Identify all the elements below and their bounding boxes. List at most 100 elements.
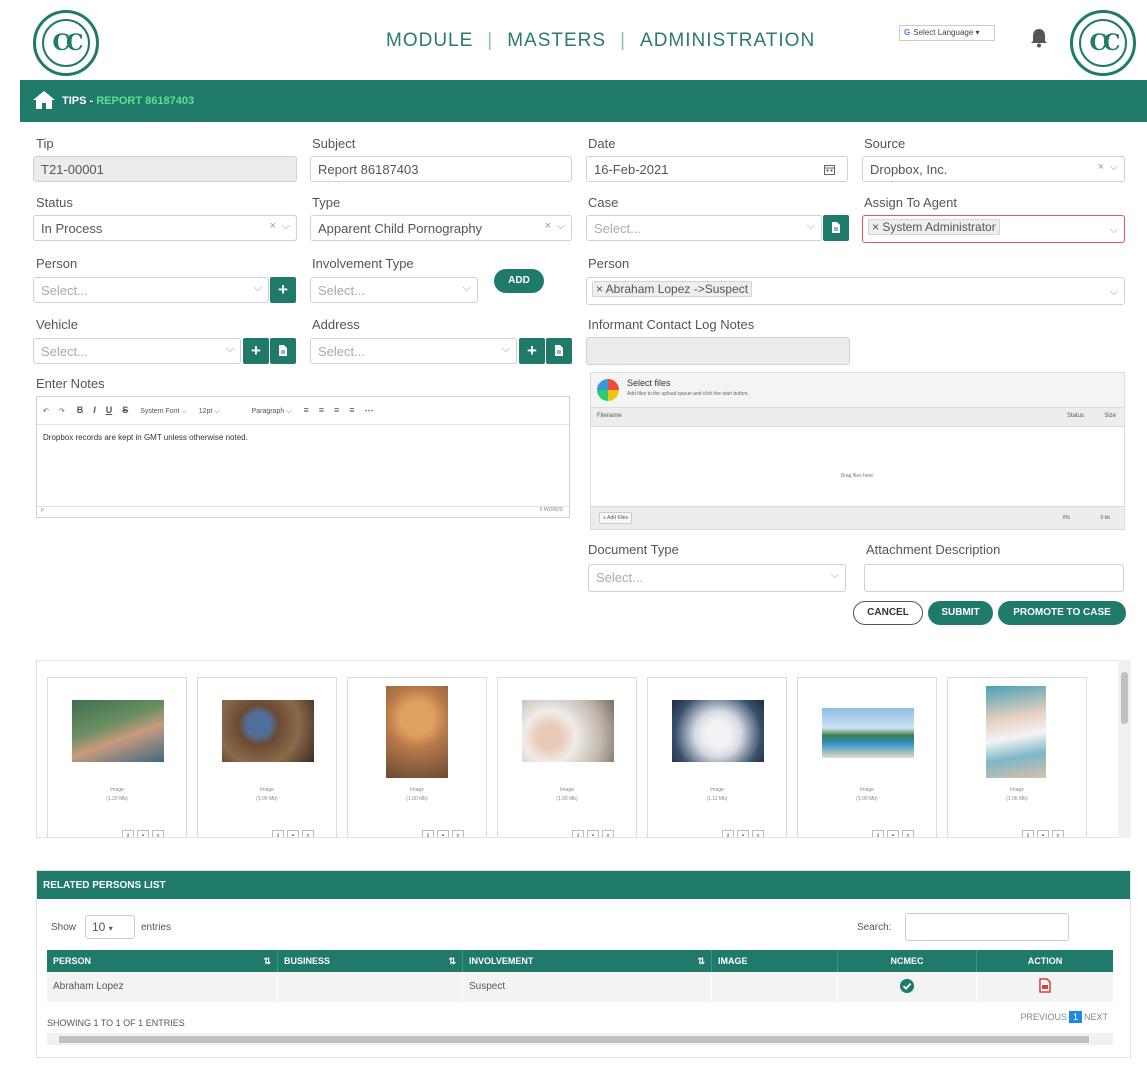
delete-icon[interactable]: ▪ [887,830,899,837]
download-icon[interactable]: ⭳ [122,830,134,837]
date-field[interactable]: 16-Feb-2021 [586,156,848,182]
status-select[interactable]: In Process × ⌵ [33,215,297,241]
informant-field[interactable] [586,337,850,365]
italic-button[interactable]: I [93,405,96,415]
cancel-button[interactable]: CANCEL [853,601,923,625]
download-icon[interactable]: ⭳ [722,830,734,837]
gallery-card[interactable]: Image (1.11 Mb) ⭳ ▪ ⌕ [647,677,787,837]
zoom-icon[interactable]: ⌕ [902,830,914,837]
zoom-icon[interactable]: ⌕ [452,830,464,837]
vehicle-select[interactable]: Select... ⌵ [33,338,241,364]
attachment-thumbnail[interactable] [822,708,914,758]
submit-button[interactable]: SUBMIT [928,601,993,625]
align-left-icon[interactable]: ≡ [303,405,308,415]
download-icon[interactable]: ⭳ [572,830,584,837]
delete-icon[interactable]: ▪ [137,830,149,837]
entries-select[interactable]: 10 ▾ [85,915,135,939]
attachment-thumbnail[interactable] [522,700,614,762]
source-select[interactable]: Dropbox, Inc. × ⌵ [862,156,1125,182]
nav-masters[interactable]: MASTERS [507,30,606,51]
more-icon[interactable]: ⋯ [365,405,374,415]
attachment-thumbnail[interactable] [672,700,764,762]
underline-button[interactable]: U [106,405,113,415]
gallery-card[interactable]: Image (1.20 Mb) ⭳ ▪ ⌕ [47,677,187,837]
previous-button[interactable]: PREVIOUS [1020,1012,1067,1022]
align-center-icon[interactable]: ≡ [319,405,324,415]
align-justify-icon[interactable]: ≡ [349,405,354,415]
vehicle-doc-button[interactable] [270,338,296,364]
pdf-icon[interactable] [1039,978,1051,993]
involvement-select[interactable]: Select... ⌵ [310,277,478,303]
address-doc-button[interactable] [546,338,572,364]
case-doc-button[interactable] [823,215,849,241]
table-scrollbar[interactable] [47,1033,1113,1045]
align-right-icon[interactable]: ≡ [334,405,339,415]
case-select[interactable]: Select... ⌵ [586,215,822,241]
user-avatar[interactable]: CC [1070,10,1136,76]
delete-icon[interactable]: ▪ [587,830,599,837]
strikethrough-button[interactable]: S [122,405,128,415]
language-select[interactable]: G Select Language ▾ [899,25,995,41]
gallery-card[interactable]: Image (1.06 Mb) ⭳ ▪ ⌕ [947,677,1087,837]
attachment-description-field[interactable] [864,564,1124,592]
person-select[interactable]: Select... ⌵ [33,277,269,303]
bold-button[interactable]: B [77,405,84,415]
zoom-icon[interactable]: ⌕ [302,830,314,837]
delete-icon[interactable]: ▪ [287,830,299,837]
add-files-button[interactable]: ● Add Files [599,512,632,524]
undo-icon[interactable]: ↶ [43,408,49,415]
page-1-button[interactable]: 1 [1068,1011,1082,1023]
gallery-card[interactable]: Image (1.00 Mb) ⭳ ▪ ⌕ [497,677,637,837]
download-icon[interactable]: ⭳ [272,830,284,837]
col-involvement[interactable]: INVOLVEMENT ⇅ [463,950,712,972]
gallery-card[interactable]: Image (1.00 Mb) ⭳ ▪ ⌕ [347,677,487,837]
type-select[interactable]: Apparent Child Pornography × ⌵ [310,215,572,241]
scrollbar-thumb[interactable] [59,1036,1089,1043]
attachment-thumbnail[interactable] [986,686,1046,778]
breadcrumb-section[interactable]: TIPS - [62,95,96,107]
col-image[interactable]: IMAGE [712,950,838,972]
notes-editor[interactable]: ↶ ↷ BIUS System Font ⌵ 12pt ⌵ Paragraph ⌵… [36,396,570,518]
attachment-thumbnail[interactable] [222,700,314,762]
col-ncmec[interactable]: NCMEC [838,950,977,972]
delete-icon[interactable]: ▪ [1037,830,1049,837]
gallery-card[interactable]: Image (1.05 Mb) ⭳ ▪ ⌕ [197,677,337,837]
tip-field[interactable]: T21-00001 [33,156,297,182]
add-person-button[interactable]: + [270,277,296,303]
delete-icon[interactable]: ▪ [737,830,749,837]
notes-text[interactable]: Dropbox records are kept in GMT unless o… [37,425,569,450]
calendar-icon[interactable] [824,164,835,175]
person-involvement-select[interactable]: × Abraham Lopez ->Suspect ⌵ [586,277,1125,305]
drop-zone[interactable]: Drag files here. [591,473,1124,479]
add-button[interactable]: ADD [494,269,544,293]
download-icon[interactable]: ⭳ [1022,830,1034,837]
gallery-scrollbar[interactable] [1118,660,1131,838]
col-action[interactable]: ACTION [977,950,1113,972]
subject-field[interactable]: Report 86187403 [310,156,572,182]
font-family-select[interactable]: System Font ⌵ [140,408,187,415]
add-vehicle-button[interactable]: + [243,338,269,364]
zoom-icon[interactable]: ⌕ [1052,830,1064,837]
col-person[interactable]: PERSON ⇅ [47,950,278,972]
address-select[interactable]: Select... ⌵ [310,338,517,364]
assign-agent-select[interactable]: × System Administrator ⌵ [862,215,1125,243]
download-icon[interactable]: ⭳ [872,830,884,837]
download-icon[interactable]: ⭳ [422,830,434,837]
block-format-select[interactable]: Paragraph ⌵ [252,408,292,415]
search-input[interactable] [905,913,1069,941]
app-logo[interactable]: CC [33,10,99,76]
redo-icon[interactable]: ↷ [59,408,65,415]
attachment-thumbnail[interactable] [386,686,448,778]
font-size-select[interactable]: 12pt ⌵ [199,408,220,415]
add-address-button[interactable]: + [519,338,545,364]
zoom-icon[interactable]: ⌕ [752,830,764,837]
zoom-icon[interactable]: ⌕ [602,830,614,837]
promote-to-case-button[interactable]: PROMOTE TO CASE [998,601,1126,625]
home-icon[interactable] [32,90,56,110]
attachment-thumbnail[interactable] [72,700,164,762]
scrollbar-thumb[interactable] [1121,672,1128,724]
gallery-card[interactable]: Image (1.00 Mb) ⭳ ▪ ⌕ [797,677,937,837]
bell-icon[interactable] [1030,28,1048,48]
next-button[interactable]: NEXT [1084,1012,1108,1022]
nav-administration[interactable]: ADMINISTRATION [640,30,815,51]
